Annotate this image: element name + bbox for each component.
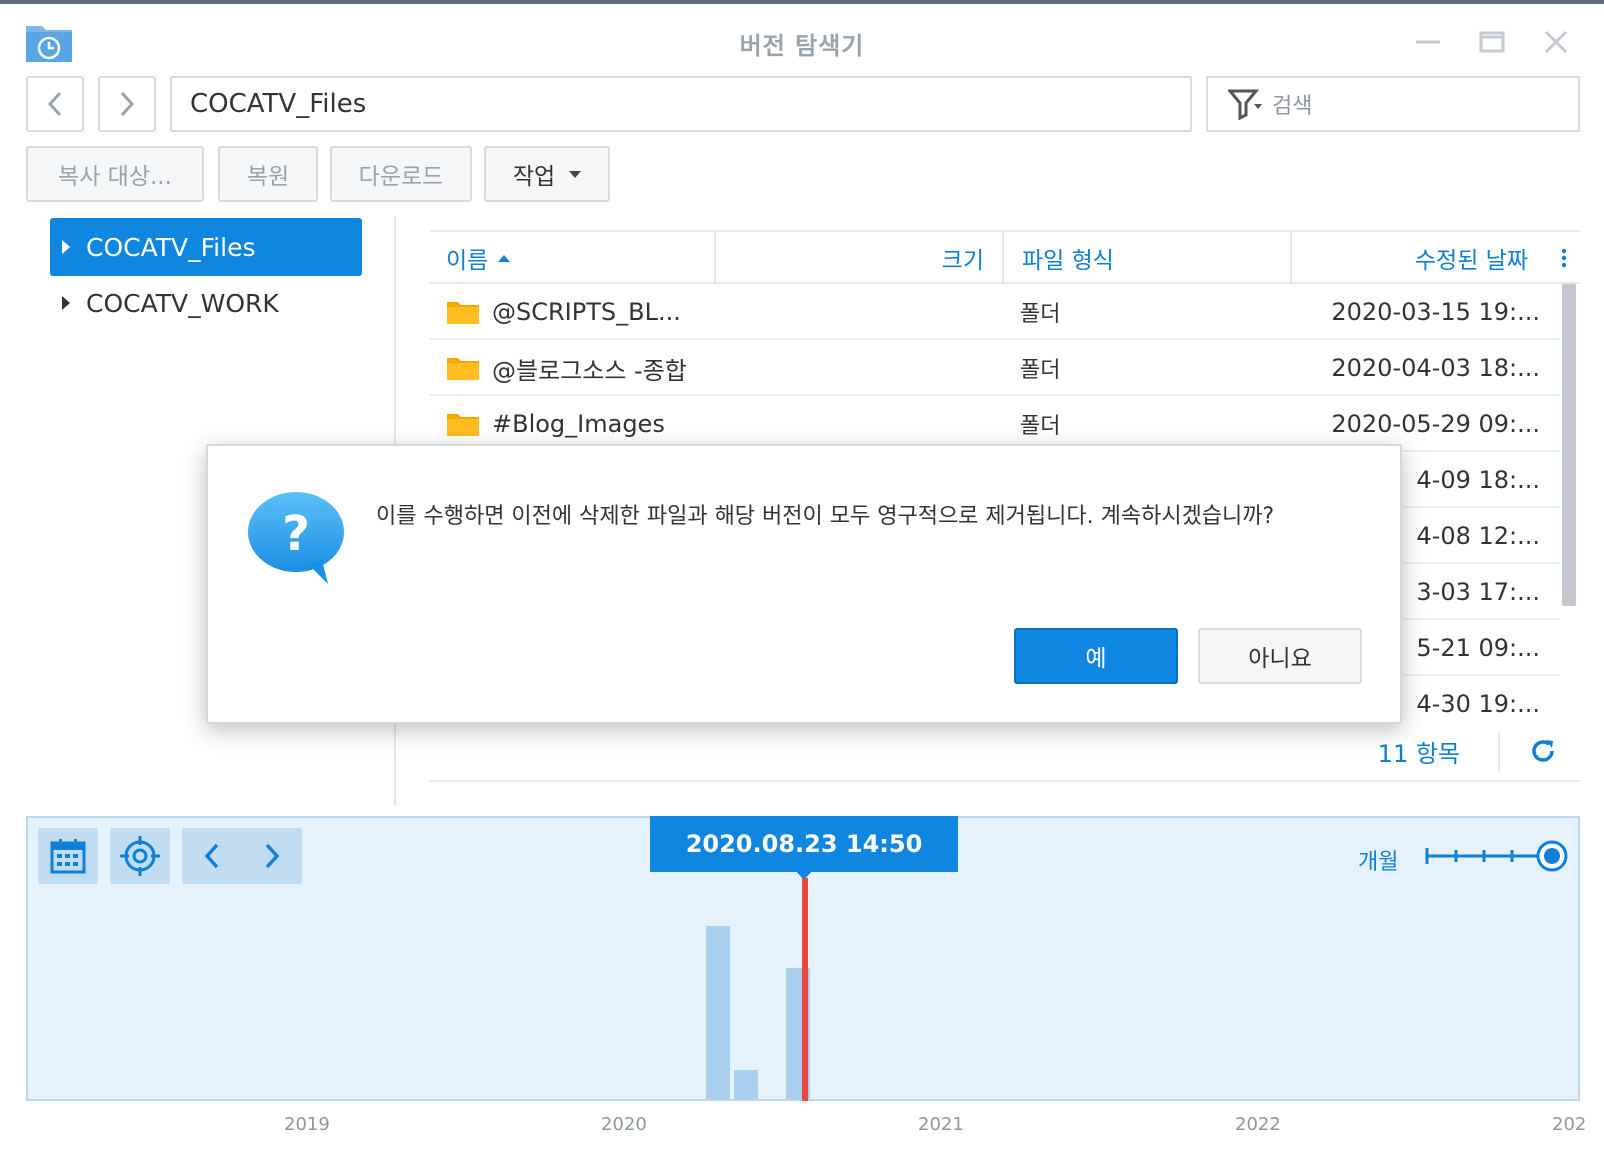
expand-triangle-icon[interactable] — [62, 296, 70, 310]
svg-text:?: ? — [282, 506, 310, 562]
no-button[interactable]: 아니요 — [1198, 628, 1362, 684]
vertical-scrollbar[interactable] — [1562, 284, 1576, 606]
back-button[interactable] — [26, 76, 84, 132]
folder-icon — [447, 358, 479, 380]
column-header-type[interactable]: 파일 형식 — [1006, 232, 1292, 284]
table-row[interactable]: @블로그소스 -종합 폴더 2020-04-03 18:... — [430, 340, 1560, 396]
file-name: @SCRIPTS_BL... — [492, 298, 681, 326]
zoom-level-label: 개월 — [1358, 850, 1399, 875]
close-icon[interactable] — [1542, 28, 1570, 56]
download-button[interactable]: 다운로드 — [330, 146, 472, 202]
calendar-icon — [50, 839, 86, 874]
version-timeline[interactable]: 2020.08.23 14:50 개월 — [26, 816, 1580, 1101]
timeline-nav-buttons — [182, 828, 302, 884]
column-header-date[interactable]: 수정된 날짜 — [1294, 232, 1546, 284]
timeline-prev-icon[interactable] — [202, 842, 222, 870]
status-divider — [1498, 732, 1500, 772]
filter-icon[interactable] — [1228, 88, 1262, 120]
window-title: 버전 탐색기 — [739, 32, 865, 60]
version-bar[interactable] — [734, 1070, 758, 1099]
locate-current-button[interactable] — [110, 828, 170, 884]
tree-item-label: COCATV_WORK — [86, 288, 279, 318]
year-label: 202 — [1552, 1114, 1587, 1135]
minimize-icon[interactable] — [1414, 28, 1442, 56]
zoom-slider[interactable] — [1424, 838, 1572, 874]
calendar-button[interactable] — [38, 828, 98, 884]
year-label: 2019 — [284, 1114, 330, 1135]
restore-button[interactable]: 복원 — [218, 146, 318, 202]
maximize-icon[interactable] — [1478, 28, 1506, 56]
more-columns-icon[interactable] — [1554, 232, 1574, 284]
search-field[interactable]: 검색 — [1206, 76, 1580, 132]
status-bar: 11 항목 — [430, 726, 1580, 782]
column-header-size[interactable]: 크기 — [718, 232, 1004, 284]
folder-icon — [447, 414, 479, 436]
file-name: @블로그소스 -종합 — [492, 356, 687, 385]
title-bar: 버전 탐색기 — [0, 8, 1604, 66]
folder-icon — [447, 302, 479, 324]
yes-button[interactable]: 예 — [1014, 628, 1178, 684]
file-type: 폴더 — [1020, 358, 1061, 383]
sort-ascending-icon — [498, 254, 511, 262]
tree-item-cocatv-files[interactable]: COCATV_Files — [50, 218, 362, 276]
timeline-year-axis: 2019 2020 2021 2022 202 — [0, 1114, 1604, 1144]
version-bar[interactable] — [706, 926, 730, 1099]
forward-button[interactable] — [98, 76, 156, 132]
caret-down-icon — [569, 170, 582, 178]
action-menu-button[interactable]: 작업 — [484, 146, 610, 202]
file-name: #Blog_Images — [492, 410, 665, 438]
selected-date-label: 2020.08.23 14:50 — [650, 816, 958, 872]
crosshair-icon — [120, 836, 160, 876]
file-date: 2020-03-15 19:... — [1331, 298, 1540, 326]
search-placeholder: 검색 — [1272, 94, 1313, 119]
year-label: 2022 — [1235, 1114, 1281, 1135]
file-date: 2020-04-03 18:... — [1331, 354, 1540, 382]
table-header: 이름 크기 파일 형식 수정된 날짜 — [430, 230, 1580, 284]
chevron-right-icon — [120, 91, 135, 117]
question-icon: ? — [248, 492, 344, 584]
expand-triangle-icon[interactable] — [62, 240, 70, 254]
dialog-message: 이를 수행하면 이전에 삭제한 파일과 해당 버전이 모두 영구적으로 제거됩니… — [376, 504, 1275, 529]
timeline-next-icon[interactable] — [262, 842, 282, 870]
item-count: 11 항목 — [1377, 740, 1460, 768]
table-row[interactable]: @SCRIPTS_BL... 폴더 2020-03-15 19:... — [430, 284, 1560, 340]
current-time-marker[interactable] — [802, 878, 808, 1101]
confirm-dialog: ? 이를 수행하면 이전에 삭제한 파일과 해당 버전이 모두 영구적으로 제거… — [206, 444, 1402, 724]
tree-item-label: COCATV_Files — [86, 232, 256, 262]
tree-item-cocatv-work[interactable]: COCATV_WORK — [50, 274, 362, 332]
file-type: 폴더 — [1020, 302, 1061, 327]
year-label: 2020 — [601, 1114, 647, 1135]
copy-to-button[interactable]: 복사 대상... — [26, 146, 204, 202]
action-label: 작업 — [512, 164, 556, 190]
path-field[interactable]: COCATV_Files — [170, 76, 1192, 132]
chevron-left-icon — [47, 91, 62, 117]
year-label: 2021 — [918, 1114, 964, 1135]
version-explorer-window: 버전 탐색기 COCATV_Files 검색 복사 대상... 복원 다운로드 … — [0, 0, 1604, 1162]
refresh-icon[interactable] — [1528, 736, 1558, 766]
column-header-name[interactable]: 이름 — [446, 232, 716, 284]
